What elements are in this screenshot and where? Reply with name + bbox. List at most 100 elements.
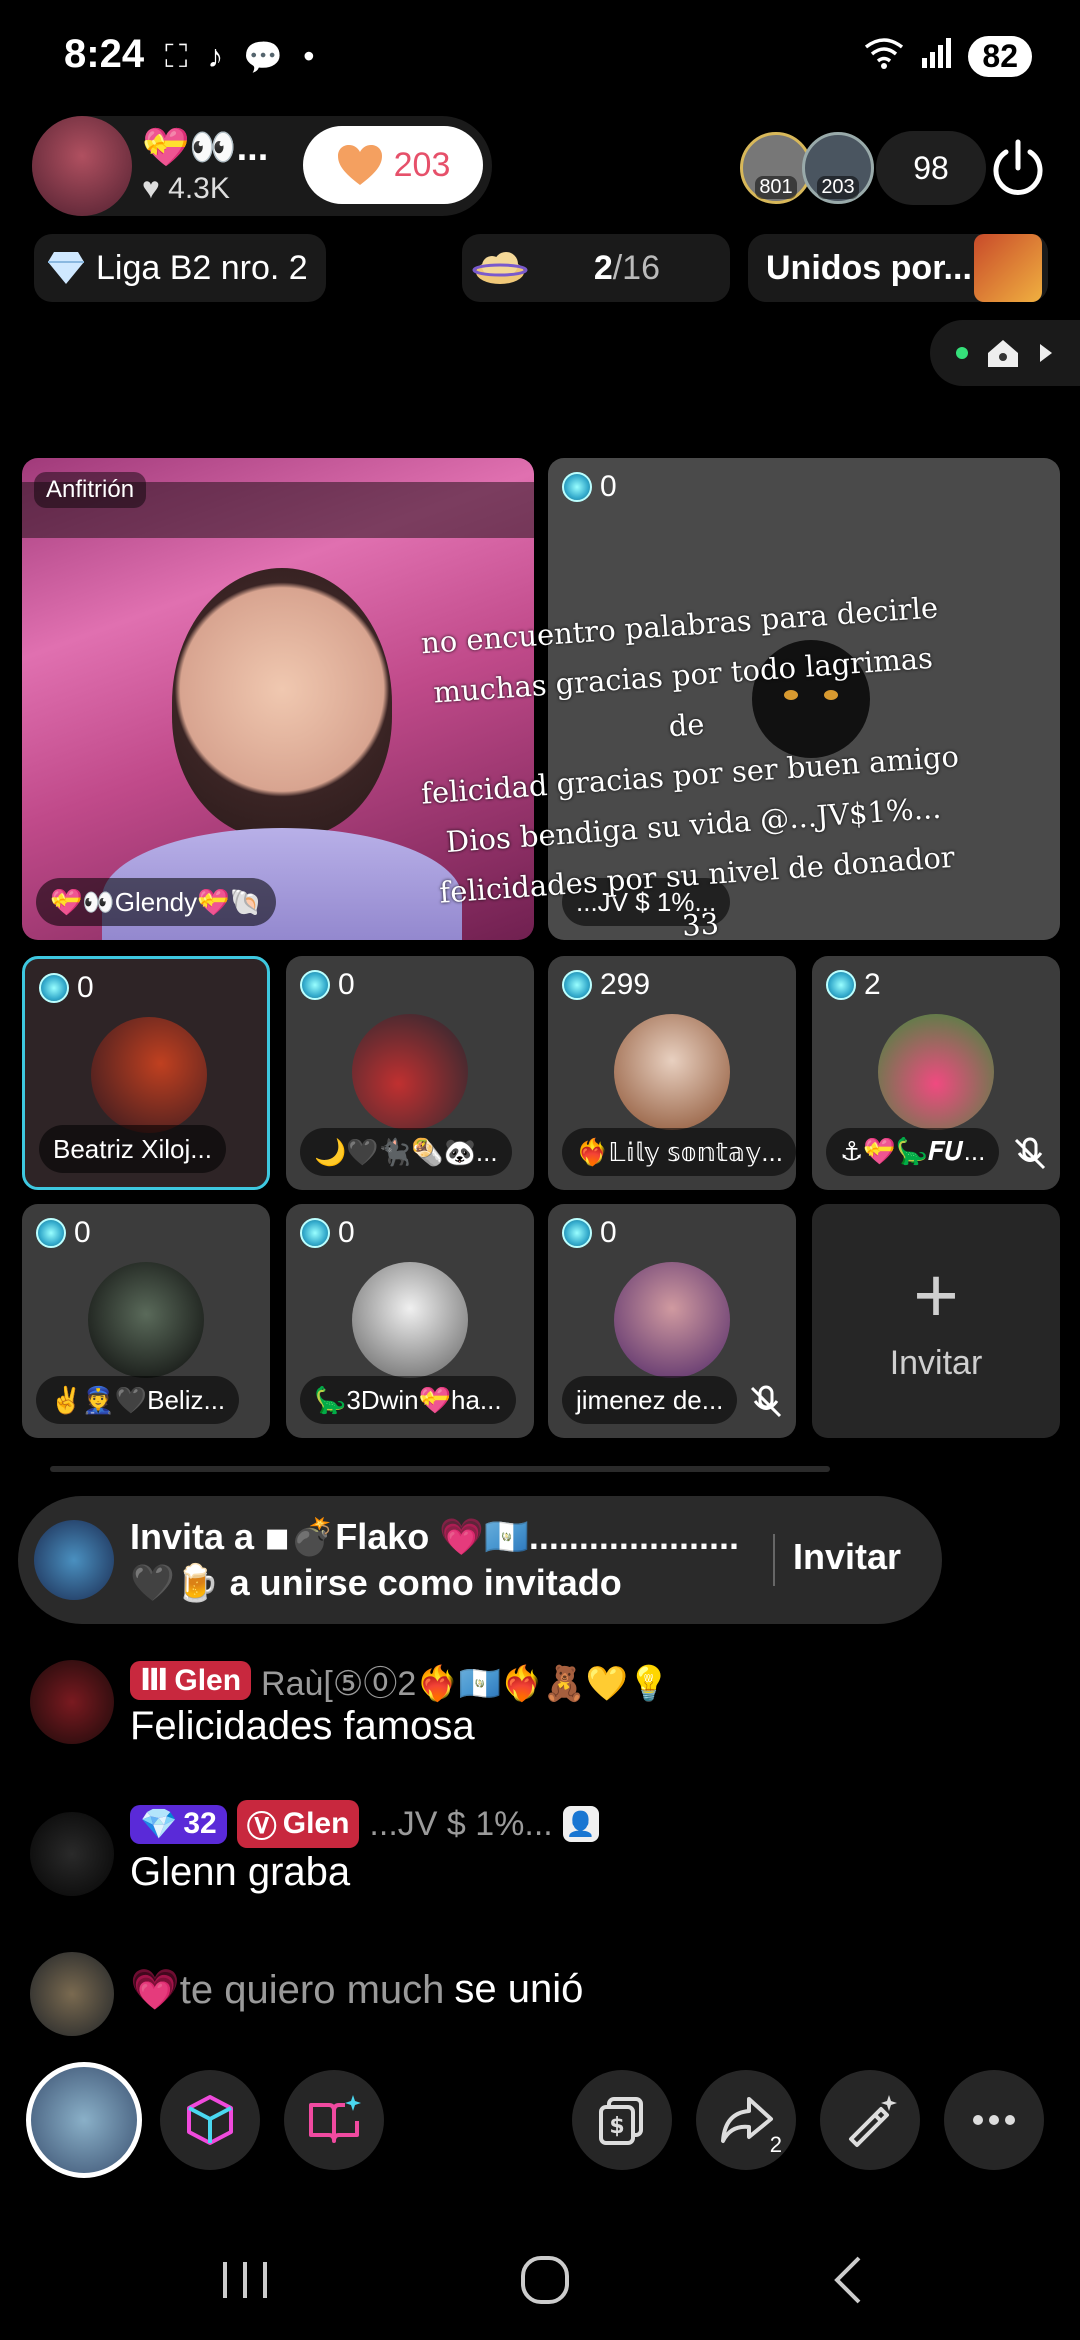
book-button[interactable] bbox=[284, 2070, 384, 2170]
signal-icon bbox=[920, 37, 952, 76]
gift-button[interactable]: $ bbox=[572, 2070, 672, 2170]
fan-badge-icon: Ⅲ bbox=[140, 1664, 169, 1697]
chat-meta: 💎 32 Ⓥ Glen ...JV $ 1%... 👤 bbox=[130, 1800, 599, 1848]
join-meta: 💗te quiero much se unió bbox=[130, 1966, 583, 2013]
live-tools-pill[interactable] bbox=[930, 320, 1080, 386]
guest-score: 0 bbox=[39, 971, 94, 1005]
top-viewers[interactable]: 801 203 98 bbox=[740, 126, 986, 210]
guest-avatar bbox=[614, 1262, 730, 1378]
gem-icon bbox=[36, 1218, 66, 1248]
guest-avatar bbox=[352, 1014, 468, 1130]
more-dots-icon bbox=[973, 2115, 1015, 2125]
heart-icon bbox=[337, 145, 382, 185]
invite-button[interactable]: Invitar bbox=[793, 1536, 901, 1578]
back-icon[interactable] bbox=[815, 2250, 885, 2310]
mic-off-icon bbox=[750, 1385, 782, 1418]
united-label: Unidos por... bbox=[766, 248, 972, 287]
home-icon bbox=[988, 340, 1018, 367]
gem-badge-icon: 💎 bbox=[140, 1807, 178, 1841]
svg-text:$: $ bbox=[609, 2114, 624, 2139]
online-dot bbox=[956, 347, 968, 359]
mic-off-icon bbox=[1014, 1137, 1046, 1170]
more-button[interactable] bbox=[944, 2070, 1044, 2170]
guest-score: 0 bbox=[562, 470, 617, 504]
chat-meta: Ⅲ Glen Raù[⑤⓪2❤️‍🔥🇬🇹❤️‍🔥🧸💛💡 bbox=[130, 1656, 670, 1705]
follow-button[interactable]: 203 bbox=[303, 126, 483, 204]
host-video-face bbox=[172, 568, 392, 838]
invite-label: Invitar bbox=[889, 1343, 983, 1382]
progress-chip[interactable]: 2/16 bbox=[462, 234, 730, 302]
guest-avatar bbox=[352, 1262, 468, 1378]
host-tag: Anfitrión bbox=[34, 472, 147, 508]
viewer-count[interactable]: 98 bbox=[876, 131, 986, 205]
chat-username[interactable]: Raù[⑤⓪2❤️‍🔥🇬🇹❤️‍🔥🧸💛💡 bbox=[261, 1656, 670, 1705]
host-likes: ♥ 4.3K bbox=[142, 172, 230, 205]
joined-username[interactable]: 💗te quiero much bbox=[130, 1966, 444, 2013]
progress-total: /16 bbox=[612, 248, 660, 287]
gem-icon bbox=[300, 970, 330, 1000]
guest-tile[interactable]: 0 Beatriz Xiloj... bbox=[22, 956, 270, 1190]
fan-badge-icon: Ⓥ bbox=[246, 1811, 277, 1844]
battery-indicator: 82 bbox=[968, 36, 1032, 77]
wifi-icon bbox=[864, 37, 904, 77]
share-icon bbox=[721, 2097, 773, 2143]
chat-avatar[interactable] bbox=[30, 1660, 114, 1744]
guest-avatar bbox=[88, 1262, 204, 1378]
gem-icon bbox=[39, 973, 69, 1003]
home-nav-icon[interactable] bbox=[510, 2250, 580, 2310]
joined-text: se unió bbox=[454, 1967, 584, 2011]
status-bar: 8:24 ⛶ ♪ 💬 • 82 bbox=[0, 0, 1080, 110]
invite-suggestion-banner[interactable]: Invita a ◾💣Flako 💗🇬🇹....................… bbox=[18, 1496, 942, 1624]
status-time: 8:24 bbox=[64, 32, 145, 76]
diamond-icon bbox=[48, 252, 84, 284]
league-chip[interactable]: Liga B2 nro. 2 bbox=[34, 234, 326, 302]
chat-avatar[interactable] bbox=[30, 1952, 114, 2036]
box-button[interactable] bbox=[160, 2070, 260, 2170]
my-avatar-button[interactable] bbox=[26, 2062, 142, 2178]
guest-tile[interactable]: 0 🌙🖤🐈‍⬛🌯🐼... bbox=[286, 956, 534, 1190]
chat-bubble-icon: 💬 bbox=[243, 39, 284, 75]
guest-name: ❤️‍🔥𝕃𝕚𝕝𝕪 𝕤𝕠𝕟𝕥𝕒𝕪... bbox=[562, 1128, 796, 1176]
guest-tile[interactable]: 0 jimenez de... bbox=[548, 1204, 796, 1438]
chat-text: Glenn graba bbox=[130, 1850, 351, 1894]
chat-username[interactable]: ...JV $ 1%... bbox=[369, 1805, 552, 1844]
host-tile-name: 💝👀Glendy💝🐚 bbox=[36, 878, 276, 926]
system-nav-bar bbox=[0, 2220, 1080, 2340]
plus-icon: + bbox=[913, 1250, 959, 1339]
guest-tile[interactable]: 299 ❤️‍🔥𝕃𝕚𝕝𝕪 𝕤𝕠𝕟𝕥𝕒𝕪... bbox=[548, 956, 796, 1190]
gem-icon bbox=[562, 472, 592, 502]
guest-score: 299 bbox=[562, 968, 650, 1002]
chat-avatar[interactable] bbox=[30, 1812, 114, 1896]
guest-tile[interactable]: 0 ✌️👮🖤Beliz... bbox=[22, 1204, 270, 1438]
host-avatar[interactable] bbox=[32, 116, 132, 216]
book-sparkle-icon bbox=[309, 2095, 361, 2143]
cloud-planet-icon bbox=[472, 252, 528, 284]
guest-name: ✌️👮🖤Beliz... bbox=[36, 1376, 240, 1424]
recent-apps-icon[interactable] bbox=[210, 2250, 280, 2310]
guest-tile[interactable]: 0 🦕3Dwin💝ha... bbox=[286, 1204, 534, 1438]
share-button[interactable]: 2 bbox=[696, 2070, 796, 2170]
grid-divider bbox=[50, 1466, 830, 1472]
progress-current: 2 bbox=[593, 248, 613, 287]
guest-name: ⚓💝🦕𝑭𝑼... bbox=[826, 1128, 1000, 1176]
top-viewer-2[interactable]: 203 bbox=[802, 132, 874, 204]
screenshot-icon: ⛶ bbox=[165, 38, 188, 74]
guest-name: 🦕3Dwin💝ha... bbox=[300, 1376, 516, 1424]
invite-guest-tile[interactable]: + Invitar bbox=[812, 1204, 1060, 1438]
guest-score: 0 bbox=[36, 1216, 91, 1250]
cube-icon bbox=[187, 2095, 233, 2145]
effects-button[interactable] bbox=[820, 2070, 920, 2170]
power-icon[interactable] bbox=[988, 138, 1048, 198]
gem-icon bbox=[562, 1218, 592, 1248]
fan-badge: Ⅲ Glen bbox=[130, 1661, 252, 1700]
guest-avatar bbox=[878, 1014, 994, 1130]
gem-icon bbox=[300, 1218, 330, 1248]
magic-wand-icon bbox=[849, 2095, 897, 2147]
expand-arrow-icon bbox=[1040, 344, 1052, 362]
guest-tile[interactable]: 2 ⚓💝🦕𝑭𝑼... bbox=[812, 956, 1060, 1190]
guest-score: 2 bbox=[826, 968, 881, 1002]
guest-avatar bbox=[91, 1017, 207, 1133]
chat-text: Felicidades famosa bbox=[130, 1704, 475, 1748]
guest-name: Beatriz Xiloj... bbox=[39, 1125, 226, 1173]
united-chip[interactable]: Unidos por... bbox=[748, 234, 1048, 302]
